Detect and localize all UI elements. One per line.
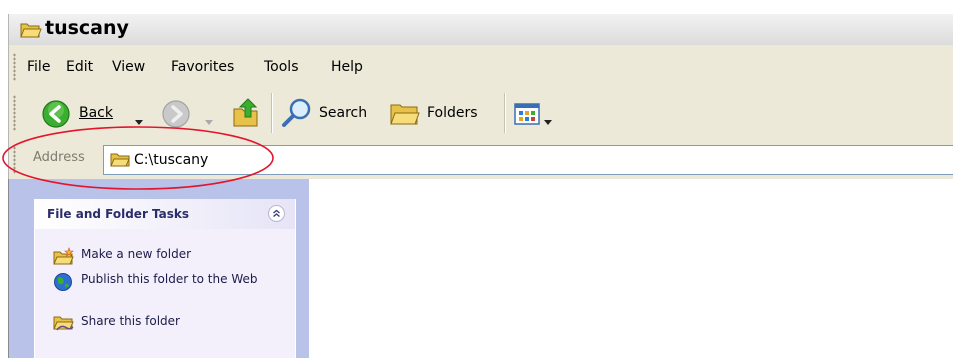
toolbar-separator: [504, 93, 506, 133]
globe-publish-icon: [53, 272, 73, 296]
window-title: tuscany: [45, 17, 129, 39]
forward-arrow-icon: [161, 99, 191, 133]
search-magnifier-icon: [281, 97, 313, 133]
file-folder-tasks-panel: File and Folder Tasks Make a new folder …: [34, 199, 296, 358]
share-folder-icon: [53, 314, 75, 336]
address-bar: Address C:\tuscany: [8, 140, 953, 180]
task-label: Make a new folder: [81, 247, 192, 261]
up-folder-icon[interactable]: [231, 95, 261, 133]
task-make-new-folder[interactable]: Make a new folder: [53, 247, 293, 265]
menu-edit[interactable]: Edit: [66, 59, 93, 75]
toolbar-grip[interactable]: [13, 95, 16, 131]
back-arrow-icon: [41, 99, 71, 133]
title-bar[interactable]: tuscany: [8, 14, 953, 45]
folders-icon: [389, 99, 421, 131]
menu-view[interactable]: View: [112, 59, 145, 75]
menu-grip[interactable]: [13, 53, 16, 81]
views-icon: [514, 103, 540, 129]
folders-label: Folders: [427, 105, 478, 121]
menu-help[interactable]: Help: [331, 59, 363, 75]
task-label: Publish this folder to the Web: [81, 272, 258, 286]
toolbar-separator: [271, 93, 273, 133]
address-input[interactable]: C:\tuscany: [103, 145, 953, 175]
back-button[interactable]: Back: [39, 95, 149, 131]
search-button[interactable]: Search: [281, 95, 381, 131]
address-grip[interactable]: [13, 146, 16, 174]
address-value: C:\tuscany: [134, 152, 209, 168]
views-button[interactable]: [514, 95, 558, 131]
menu-tools[interactable]: Tools: [264, 59, 299, 75]
views-dropdown-icon[interactable]: [544, 111, 552, 130]
new-folder-icon: [53, 247, 75, 269]
task-panel-header[interactable]: File and Folder Tasks: [35, 199, 295, 229]
folder-open-icon: [20, 21, 42, 43]
task-publish-folder-web[interactable]: Publish this folder to the Web: [53, 272, 293, 306]
folders-button[interactable]: Folders: [389, 95, 499, 131]
menu-bar: File Edit View Favorites Tools Help: [8, 45, 953, 88]
forward-button[interactable]: [159, 95, 214, 131]
standard-toolbar: Back Search Folders: [8, 87, 953, 141]
task-pane: File and Folder Tasks Make a new folder …: [8, 179, 309, 358]
back-label: Back: [79, 105, 113, 121]
address-label: Address: [33, 150, 85, 165]
explorer-window: tuscany File Edit View Favorites Tools H…: [0, 0, 953, 358]
menu-favorites[interactable]: Favorites: [171, 59, 234, 75]
forward-dropdown-icon[interactable]: [205, 111, 213, 130]
collapse-chevron-icon[interactable]: [268, 205, 285, 222]
back-dropdown-icon[interactable]: [135, 111, 143, 130]
task-panel-title: File and Folder Tasks: [47, 207, 190, 221]
task-share-folder[interactable]: Share this folder: [53, 314, 293, 332]
address-folder-icon: [110, 151, 130, 172]
search-label: Search: [319, 105, 368, 121]
content-area: File and Folder Tasks Make a new folder …: [8, 179, 953, 358]
task-label: Share this folder: [81, 314, 180, 328]
menu-file[interactable]: File: [27, 59, 50, 75]
